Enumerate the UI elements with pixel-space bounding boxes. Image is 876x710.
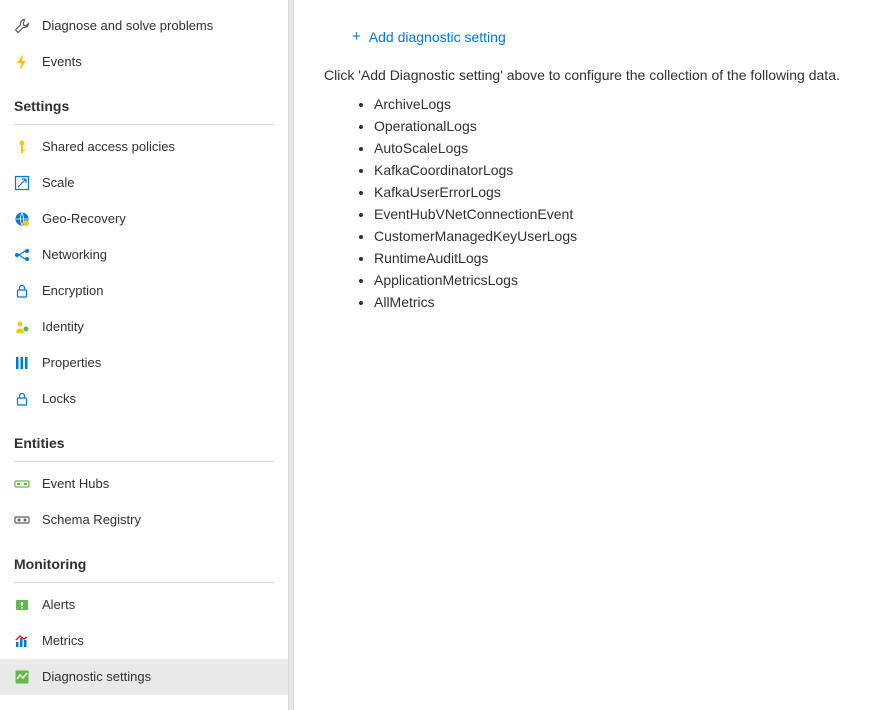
add-button-label: Add diagnostic setting xyxy=(369,29,506,45)
sidebar-item-schema-registry[interactable]: Schema Registry xyxy=(0,502,288,538)
sidebar-item-encryption[interactable]: Encryption xyxy=(0,273,288,309)
sidebar-item-diagnostic-settings[interactable]: Diagnostic settings xyxy=(0,659,288,695)
identity-icon xyxy=(14,319,30,335)
sidebar-item-label: Diagnostic settings xyxy=(42,667,151,687)
plus-icon: + xyxy=(352,28,361,45)
sidebar-item-events[interactable]: Events xyxy=(0,44,288,80)
list-item: EventHubVNetConnectionEvent xyxy=(374,203,876,225)
sidebar: Diagnose and solve problems Events Setti… xyxy=(0,0,288,710)
sidebar-item-label: Properties xyxy=(42,353,101,373)
alerts-icon xyxy=(14,597,30,613)
list-item: OperationalLogs xyxy=(374,115,876,137)
data-types-list: ArchiveLogs OperationalLogs AutoScaleLog… xyxy=(374,93,876,313)
sidebar-item-label: Schema Registry xyxy=(42,510,141,530)
lightning-icon xyxy=(14,54,30,70)
sidebar-item-label: Event Hubs xyxy=(42,474,109,494)
list-item: CustomerManagedKeyUserLogs xyxy=(374,225,876,247)
sidebar-item-geo-recovery[interactable]: Geo-Recovery xyxy=(0,201,288,237)
sidebar-item-identity[interactable]: Identity xyxy=(0,309,288,345)
sidebar-item-label: Events xyxy=(42,52,82,72)
sidebar-item-label: Alerts xyxy=(42,595,75,615)
sidebar-item-label: Encryption xyxy=(42,281,103,301)
list-item: AllMetrics xyxy=(374,291,876,313)
wrench-icon xyxy=(14,18,30,34)
divider xyxy=(14,461,274,462)
diagnostic-icon xyxy=(14,669,30,685)
schema-icon xyxy=(14,512,30,528)
lock-icon xyxy=(14,283,30,299)
sidebar-item-event-hubs[interactable]: Event Hubs xyxy=(0,466,288,502)
sidebar-item-shared-access-policies[interactable]: Shared access policies xyxy=(0,129,288,165)
list-item: KafkaUserErrorLogs xyxy=(374,181,876,203)
network-icon xyxy=(14,247,30,263)
properties-icon xyxy=(14,355,30,371)
sidebar-item-alerts[interactable]: Alerts xyxy=(0,587,288,623)
section-header-settings: Settings xyxy=(0,80,288,120)
sidebar-item-networking[interactable]: Networking xyxy=(0,237,288,273)
sidebar-item-locks[interactable]: Locks xyxy=(0,381,288,417)
sidebar-item-scale[interactable]: Scale xyxy=(0,165,288,201)
lock-icon xyxy=(14,391,30,407)
sidebar-item-metrics[interactable]: Metrics xyxy=(0,623,288,659)
sidebar-item-label: Geo-Recovery xyxy=(42,209,126,229)
main-content: + Add diagnostic setting Click 'Add Diag… xyxy=(294,0,876,710)
sidebar-item-label: Shared access policies xyxy=(42,137,175,157)
sidebar-item-diagnose[interactable]: Diagnose and solve problems xyxy=(0,8,288,44)
list-item: KafkaCoordinatorLogs xyxy=(374,159,876,181)
list-item: ArchiveLogs xyxy=(374,93,876,115)
scale-icon xyxy=(14,175,30,191)
key-icon xyxy=(14,139,30,155)
list-item: RuntimeAuditLogs xyxy=(374,247,876,269)
sidebar-item-label: Identity xyxy=(42,317,84,337)
add-diagnostic-setting-button[interactable]: + Add diagnostic setting xyxy=(324,24,506,45)
event-hubs-icon xyxy=(14,476,30,492)
divider xyxy=(14,582,274,583)
list-item: ApplicationMetricsLogs xyxy=(374,269,876,291)
sidebar-item-label: Metrics xyxy=(42,631,84,651)
sidebar-item-label: Networking xyxy=(42,245,107,265)
metrics-icon xyxy=(14,633,30,649)
instruction-text: Click 'Add Diagnostic setting' above to … xyxy=(324,67,876,83)
globe-icon xyxy=(14,211,30,227)
divider xyxy=(14,124,274,125)
sidebar-item-properties[interactable]: Properties xyxy=(0,345,288,381)
section-header-monitoring: Monitoring xyxy=(0,538,288,578)
section-header-entities: Entities xyxy=(0,417,288,457)
sidebar-item-label: Scale xyxy=(42,173,75,193)
list-item: AutoScaleLogs xyxy=(374,137,876,159)
sidebar-item-label: Locks xyxy=(42,389,76,409)
sidebar-item-label: Diagnose and solve problems xyxy=(42,16,213,36)
